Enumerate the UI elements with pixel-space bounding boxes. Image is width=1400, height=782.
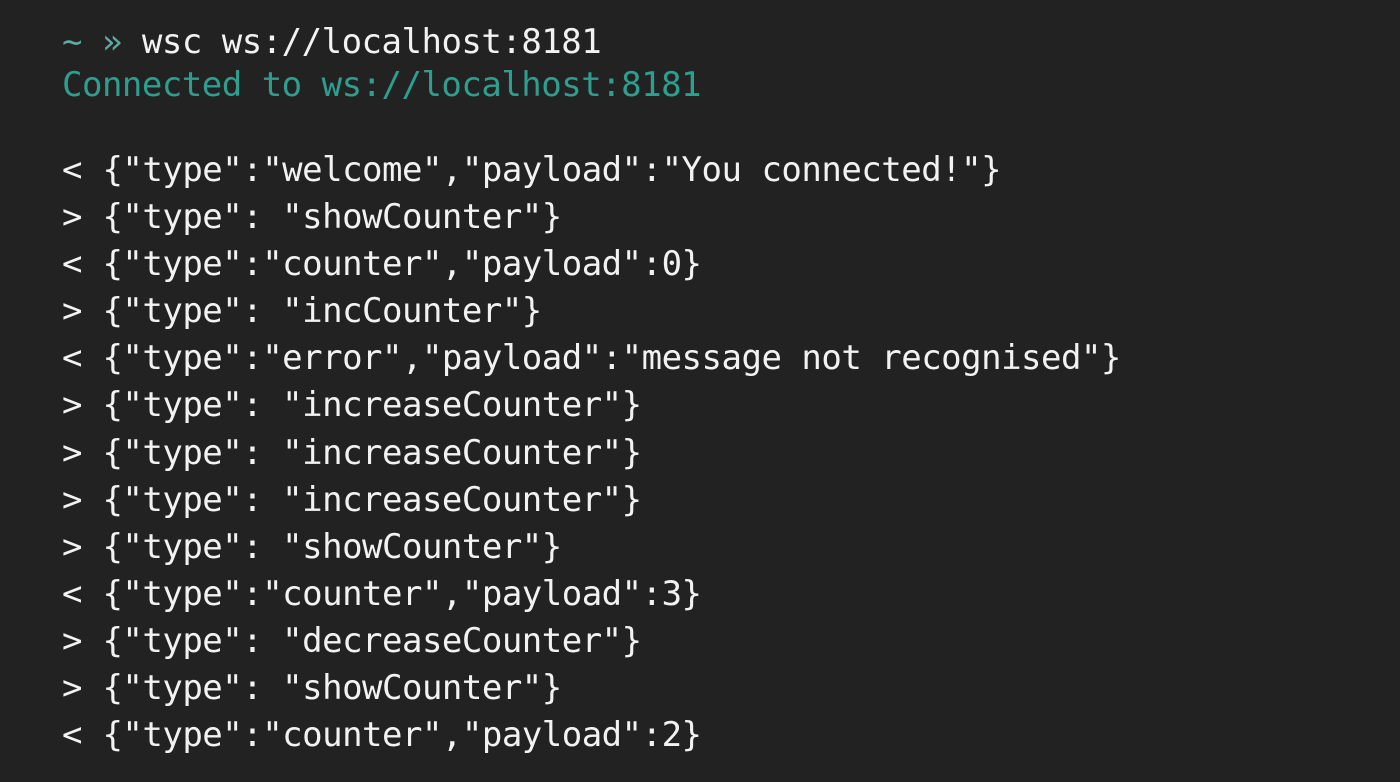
message-direction: < xyxy=(62,244,82,285)
connection-status: Connected to ws://localhost:8181 xyxy=(62,63,1400,107)
command-line: ~ » wsc ws://localhost:8181 xyxy=(62,22,1400,63)
message-direction: > xyxy=(62,385,82,426)
message-direction: > xyxy=(62,479,82,520)
message-direction: > xyxy=(62,668,82,709)
message-direction: > xyxy=(62,620,82,661)
message-line: < {"type":"error","payload":"message not… xyxy=(62,335,1400,382)
message-line: < {"type":"counter","payload":0} xyxy=(62,241,1400,288)
message-text: {"type":"counter","payload":0} xyxy=(82,244,702,285)
message-direction: < xyxy=(62,573,82,614)
message-line: > {"type": "showCounter"} xyxy=(62,194,1400,241)
message-line: > {"type": "incCounter"} xyxy=(62,288,1400,335)
message-line: > {"type": "increaseCounter"} xyxy=(62,430,1400,477)
message-direction: > xyxy=(62,432,82,473)
message-line: < {"type":"counter","payload":3} xyxy=(62,571,1400,618)
message-direction: > xyxy=(62,526,82,567)
message-text: {"type": "showCounter"} xyxy=(82,668,562,709)
message-line: < {"type":"counter","payload":2} xyxy=(62,712,1400,759)
message-direction: < xyxy=(62,715,82,756)
message-line: > {"type": "showCounter"} xyxy=(62,665,1400,712)
message-line: > {"type": "showCounter"} xyxy=(62,524,1400,571)
message-direction: > xyxy=(62,197,82,238)
message-direction: < xyxy=(62,150,82,190)
message-text: {"type": "incCounter"} xyxy=(82,291,542,332)
message-log: < {"type":"welcome","payload":"You conne… xyxy=(62,147,1400,759)
message-text: {"type": "increaseCounter"} xyxy=(82,432,642,473)
message-direction: > xyxy=(62,291,82,332)
message-line: > {"type": "decreaseCounter"} xyxy=(62,618,1400,665)
message-line: > {"type": "increaseCounter"} xyxy=(62,382,1400,429)
message-text: {"type": "increaseCounter"} xyxy=(82,385,642,426)
message-text: {"type":"error","payload":"message not r… xyxy=(82,338,1121,379)
message-text: {"type":"counter","payload":3} xyxy=(82,573,702,614)
terminal-window: ~ » wsc ws://localhost:8181 Connected to… xyxy=(0,0,1400,782)
message-direction: < xyxy=(62,338,82,379)
command-text: wsc ws://localhost:8181 xyxy=(121,22,602,62)
connection-status-text: Connected to ws://localhost:8181 xyxy=(62,65,702,105)
message-text: {"type": "showCounter"} xyxy=(82,197,562,238)
message-text: {"type": "decreaseCounter"} xyxy=(82,620,642,661)
message-text: {"type": "showCounter"} xyxy=(82,526,562,567)
message-text: {"type": "increaseCounter"} xyxy=(82,479,642,520)
shell-prompt: ~ » xyxy=(62,22,122,62)
message-text: {"type":"welcome","payload":"You connect… xyxy=(82,150,1002,190)
message-line: > {"type": "increaseCounter"} xyxy=(62,477,1400,524)
message-text: {"type":"counter","payload":2} xyxy=(82,715,702,756)
message-line: < {"type":"welcome","payload":"You conne… xyxy=(62,147,1400,194)
